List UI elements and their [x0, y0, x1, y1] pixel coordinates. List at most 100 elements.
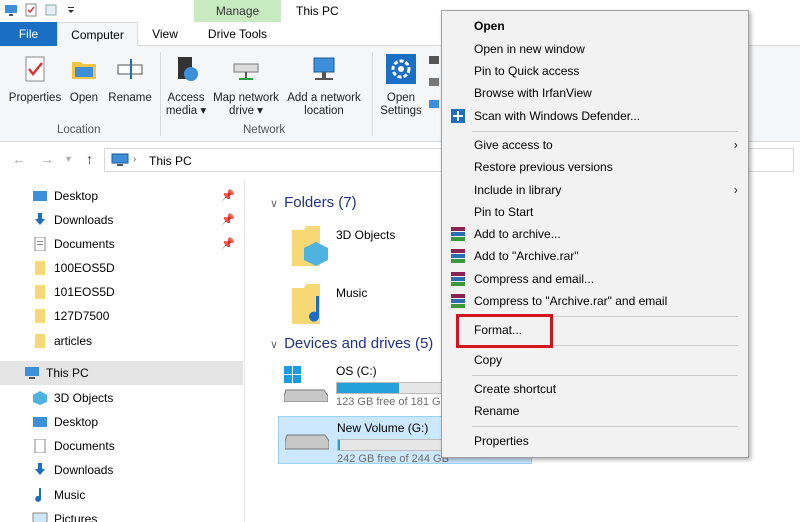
drive-name: OS (C:): [336, 364, 377, 378]
winrar-icon: [451, 294, 465, 308]
open-settings-button[interactable]: Open Settings: [378, 54, 424, 118]
nav-item-127d7500[interactable]: 127D7500: [0, 304, 243, 328]
menu-item-compress-email[interactable]: Compress and email...: [442, 268, 748, 290]
new-folder-icon[interactable]: [44, 3, 58, 17]
menu-item-add-archive[interactable]: Add to archive...: [442, 223, 748, 245]
menu-item-open-new-window[interactable]: Open in new window: [442, 38, 748, 60]
menu-item-browse-irfanview[interactable]: Browse with IrfanView: [442, 82, 748, 104]
menu-item-pin-start[interactable]: Pin to Start: [442, 201, 748, 223]
quick-access-toolbar: [4, 3, 78, 17]
map-network-drive-button[interactable]: Map network drive ▾: [210, 54, 282, 118]
tab-view[interactable]: View: [140, 22, 190, 46]
menu-label: Compress and email...: [474, 272, 595, 286]
folder-icon: [35, 285, 45, 299]
drive-usage-fill: [338, 440, 340, 450]
folder-icon: [35, 261, 45, 275]
network-location-icon: [313, 57, 335, 80]
drive-free-space: 123 GB free of 181 GB: [336, 396, 448, 408]
properties-check-icon[interactable]: [24, 3, 38, 17]
back-arrow-icon[interactable]: ←: [12, 151, 26, 167]
menu-item-give-access[interactable]: Give access to ›: [442, 134, 748, 156]
nav-item-desktop[interactable]: Desktop 📌: [0, 184, 243, 208]
pin-icon[interactable]: 📌: [221, 184, 235, 208]
nav-item-this-pc[interactable]: This PC: [0, 361, 243, 385]
drive-name: New Volume (G:): [337, 421, 429, 435]
music-icon: [35, 488, 42, 502]
up-arrow-icon[interactable]: ↑: [86, 151, 93, 167]
folder-music[interactable]: Music: [286, 278, 446, 330]
winrar-icon: [451, 249, 465, 263]
desktop-icon: [33, 191, 47, 201]
nav-item-documents-pc[interactable]: Documents: [0, 434, 243, 458]
nav-item-downloads[interactable]: Downloads 📌: [0, 208, 243, 232]
context-menu: Open Open in new window Pin to Quick acc…: [441, 10, 749, 458]
open-settings-label: Open: [386, 92, 416, 104]
pin-icon[interactable]: 📌: [221, 208, 235, 232]
nav-item-articles[interactable]: articles: [0, 329, 243, 353]
music-folder-icon: [292, 284, 320, 324]
properties-button[interactable]: Properties: [6, 54, 64, 105]
drives-header-label: Devices and drives (5): [284, 335, 434, 352]
downloads-icon: [35, 213, 45, 225]
folder-icon: [35, 309, 45, 323]
forward-arrow-icon[interactable]: →: [40, 151, 54, 167]
computer-icon[interactable]: [4, 3, 18, 17]
3d-objects-folder-icon: [292, 226, 328, 266]
nav-item-desktop-pc[interactable]: Desktop: [0, 410, 243, 434]
menu-label: Compress to "Archive.rar" and email: [474, 294, 668, 308]
menu-item-add-archive-rar[interactable]: Add to "Archive.rar": [442, 245, 748, 267]
open-folder-icon: [72, 62, 96, 79]
nav-item-pictures[interactable]: Pictures: [0, 507, 243, 522]
nav-item-music[interactable]: Music: [0, 483, 243, 507]
menu-separator: [472, 131, 738, 132]
menu-item-create-shortcut[interactable]: Create shortcut: [442, 378, 748, 400]
nav-label: 101EOS5D: [54, 285, 115, 299]
properties-label: Properties: [8, 92, 62, 104]
folder-icon: [35, 334, 45, 348]
location-group-label: Location: [57, 124, 101, 136]
nav-item-downloads-pc[interactable]: Downloads: [0, 458, 243, 482]
menu-item-properties[interactable]: Properties: [442, 430, 748, 452]
open-label: Open: [69, 92, 99, 104]
tab-file[interactable]: File: [0, 22, 57, 46]
recent-chevron-icon[interactable]: ▾: [66, 154, 71, 165]
chevron-down-icon[interactable]: ∨: [270, 339, 278, 351]
nav-item-101eos5d[interactable]: 101EOS5D: [0, 280, 243, 304]
drive-free-space: 242 GB free of 244 GB: [337, 453, 449, 465]
nav-label: Desktop: [54, 415, 99, 429]
add-network-location-button[interactable]: Add a network location: [284, 54, 364, 118]
navigation-pane: Desktop 📌 Downloads 📌 Documents 📌 100EOS…: [0, 180, 245, 522]
menu-item-rename[interactable]: Rename: [442, 400, 748, 422]
nav-item-3d-objects[interactable]: 3D Objects: [0, 386, 243, 410]
3d-objects-icon: [33, 391, 47, 405]
menu-item-pin-quick-access[interactable]: Pin to Quick access: [442, 60, 748, 82]
rename-button[interactable]: Rename: [106, 54, 154, 105]
customize-dropdown-icon[interactable]: [64, 3, 78, 17]
menu-item-include-library[interactable]: Include in library ›: [442, 179, 748, 201]
access-media-button[interactable]: Access media ▾: [164, 54, 208, 118]
chevron-down-icon[interactable]: ∨: [270, 198, 278, 210]
group-separator: [160, 52, 161, 136]
window-title: This PC: [296, 4, 339, 18]
menu-separator: [472, 426, 738, 427]
group-separator: [372, 52, 373, 136]
drives-section-header[interactable]: ∨ Devices and drives (5): [270, 335, 433, 352]
pin-icon[interactable]: 📌: [221, 232, 235, 256]
nav-label: Music: [54, 488, 86, 502]
open-button[interactable]: Open: [66, 54, 102, 105]
nav-item-documents[interactable]: Documents 📌: [0, 232, 243, 256]
breadcrumb-chevron-icon[interactable]: ›: [133, 154, 136, 165]
menu-item-copy[interactable]: Copy: [442, 349, 748, 371]
menu-item-compress-rar-email[interactable]: Compress to "Archive.rar" and email: [442, 290, 748, 312]
nav-label: Desktop: [54, 189, 99, 203]
manage-contextual-tab[interactable]: Manage: [194, 0, 281, 22]
menu-item-scan-defender[interactable]: Scan with Windows Defender...: [442, 105, 748, 127]
menu-item-open[interactable]: Open: [442, 15, 748, 37]
menu-separator: [472, 375, 738, 376]
tab-computer[interactable]: Computer: [57, 22, 138, 47]
folder-3d-objects[interactable]: 3D Objects: [286, 220, 446, 272]
menu-item-restore-versions[interactable]: Restore previous versions: [442, 156, 748, 178]
system-small-icons[interactable]: [428, 54, 440, 114]
folders-section-header[interactable]: ∨ Folders (7): [270, 194, 357, 211]
nav-item-100eos5d[interactable]: 100EOS5D: [0, 256, 243, 280]
